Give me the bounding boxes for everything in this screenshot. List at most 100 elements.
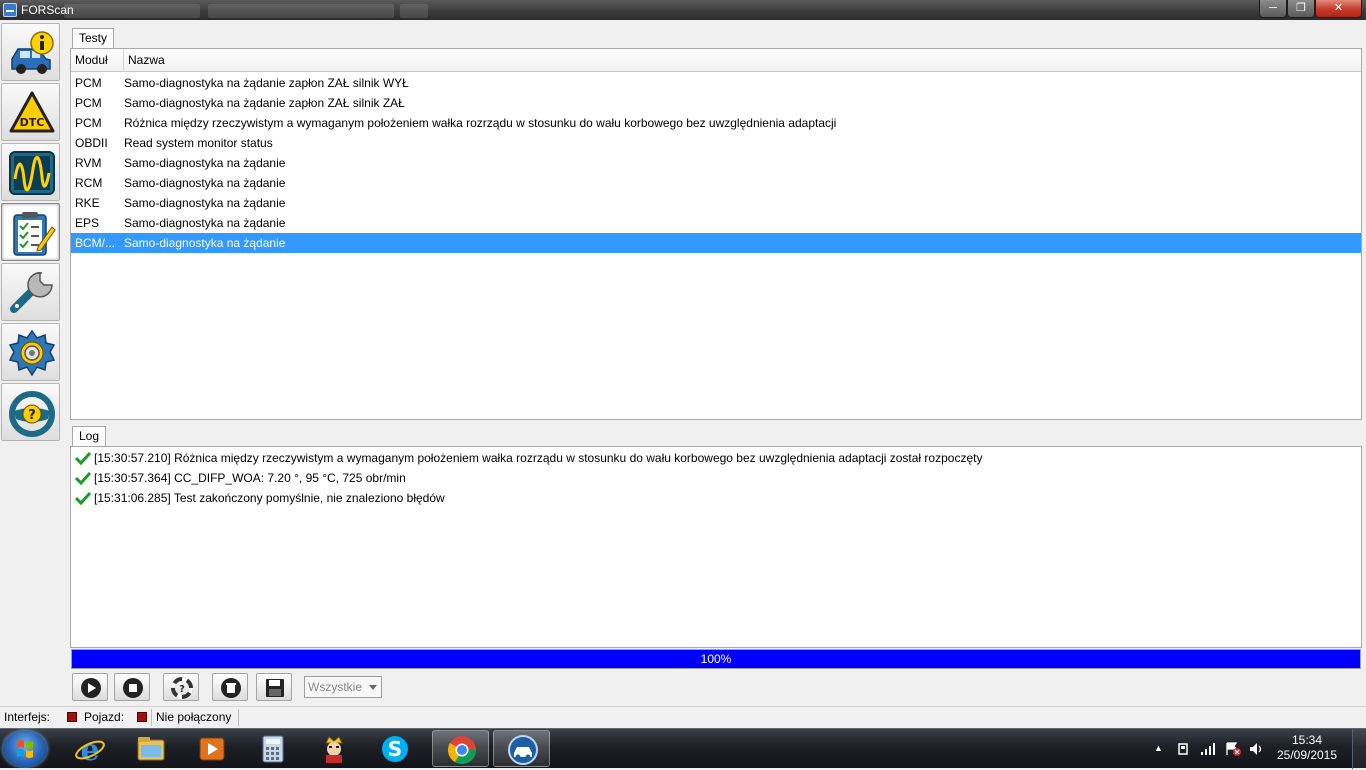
table-row[interactable]: PCM Samo-diagnostyka na żądanie zapłon ZA… (71, 93, 1361, 113)
taskbar-internet-explorer[interactable]: e (61, 730, 118, 767)
table-row[interactable]: PCM Samo-diagnostyka na żądanie zapłon ZA… (71, 73, 1361, 93)
log-list: [15:30:57.210] Różnica między rzeczywist… (70, 446, 1362, 648)
tab-testy[interactable]: Testy (72, 28, 115, 48)
taskbar-solitaire[interactable] (305, 730, 362, 767)
cell-test-name: Read system monitor status (124, 136, 273, 150)
sidebar-item-help[interactable]: ? (1, 383, 60, 441)
media-player-icon (199, 737, 225, 761)
taskbar-file-explorer[interactable] (122, 730, 179, 767)
show-desktop-button[interactable] (1352, 729, 1366, 769)
log-filter-value: Wszystkie (308, 680, 362, 694)
interface-label: Interfejs: (4, 710, 51, 724)
cell-test-name: Samo-diagnostyka na żądanie (124, 196, 286, 210)
table-row[interactable]: PCM Różnica między rzeczywistym a wymagan… (71, 113, 1361, 133)
minimize-button[interactable]: ─ (1259, 0, 1287, 18)
taskbar-forscan[interactable] (493, 730, 550, 767)
close-button[interactable]: ✕ (1315, 0, 1362, 18)
column-header-name[interactable]: Nazwa (124, 49, 1361, 72)
progress-bar: 100% (71, 649, 1361, 669)
svg-text:S: S (388, 737, 402, 761)
cell-module: EPS (75, 216, 100, 230)
run-test-button[interactable] (72, 673, 108, 701)
cell-module: PCM (75, 76, 102, 90)
cell-module: OBDII (75, 136, 108, 150)
taskbar-chrome[interactable] (432, 730, 489, 767)
floppy-disk-icon (266, 679, 284, 697)
left-toolbar: DTC ? (0, 23, 61, 443)
cell-module: RKE (75, 196, 100, 210)
volume-speaker-icon[interactable] (1249, 742, 1265, 756)
sidebar-item-service[interactable] (1, 263, 60, 321)
tests-table: Moduł Nazwa PCM Samo-diagnostyka na żądan… (70, 48, 1362, 420)
taskbar-calculator[interactable] (244, 730, 301, 767)
tab-log[interactable]: Log (72, 426, 107, 446)
play-icon (81, 678, 101, 698)
table-row[interactable]: RVM Samo-diagnostyka na żądanie (71, 153, 1361, 173)
sidebar-item-tests[interactable] (1, 203, 60, 261)
action-center-flag-icon[interactable] (1225, 742, 1241, 756)
sidebar-item-oscilloscope[interactable] (1, 143, 60, 201)
tests-table-header: Moduł Nazwa (71, 49, 1361, 72)
start-button[interactable] (3, 731, 47, 767)
interface-status-led (67, 712, 77, 722)
table-row[interactable]: BCM/... Samo-diagnostyka na żądanie (71, 233, 1361, 253)
clear-log-button[interactable] (212, 673, 248, 701)
file-explorer-icon (137, 737, 165, 761)
window-title-bar: FORScan ─ ❐ ✕ (0, 0, 1366, 20)
cell-module: PCM (75, 96, 102, 110)
stop-icon (123, 678, 143, 698)
windows-logo-icon (17, 740, 33, 758)
taskbar-clock[interactable]: 15:34 25/09/2015 (1272, 733, 1342, 763)
background-window-tab (400, 4, 428, 18)
log-entry-text: [15:31:06.285] Test zakończony pomyślnie… (94, 491, 445, 505)
dtc-warning-icon: DTC (9, 91, 55, 133)
solitaire-king-icon (325, 736, 343, 763)
svg-text:DTC: DTC (20, 116, 45, 129)
forscan-car-icon (508, 735, 538, 765)
clock-date: 25/09/2015 (1276, 748, 1338, 762)
stop-test-button[interactable] (114, 673, 150, 701)
cell-test-name: Samo-diagnostyka na żądanie (124, 176, 286, 190)
vehicle-label: Pojazd: (84, 710, 125, 724)
sidebar-item-vehicle-info[interactable] (1, 23, 60, 81)
svg-text:e: e (80, 733, 99, 765)
lifebuoy-icon: ? (171, 677, 193, 699)
forscan-app-icon (3, 3, 17, 17)
cell-module: RCM (75, 176, 103, 190)
table-row[interactable]: EPS Samo-diagnostyka na żądanie (71, 213, 1361, 233)
sidebar-item-configuration[interactable] (1, 323, 60, 381)
help-button[interactable]: ? (163, 673, 199, 701)
sidebar-item-dtc[interactable]: DTC (1, 83, 60, 141)
progress-label: 100% (700, 652, 732, 666)
gear-icon (8, 329, 56, 377)
cell-test-name: Samo-diagnostyka na żądanie zapłon ZAŁ s… (124, 76, 409, 90)
cell-test-name: Różnica między rzeczywistym a wymaganym … (124, 116, 837, 130)
windows-taskbar: e S ▲ 15:34 25/09/2015 (0, 728, 1366, 769)
table-row[interactable]: RKE Samo-diagnostyka na żądanie (71, 193, 1361, 213)
tray-show-hidden-icons[interactable]: ▲ (1154, 743, 1163, 753)
column-header-module[interactable]: Moduł (71, 49, 124, 72)
svg-text:?: ? (28, 408, 36, 423)
save-log-button[interactable] (256, 673, 292, 701)
checklist-icon (13, 212, 56, 256)
cell-module: RVM (75, 156, 102, 170)
clock-time: 15:34 (1291, 733, 1323, 747)
calculator-icon (262, 735, 284, 763)
maximize-button[interactable]: ❐ (1287, 0, 1315, 18)
chrome-icon (448, 736, 476, 764)
log-filter-dropdown[interactable]: Wszystkie (304, 676, 382, 698)
trash-icon (221, 678, 241, 698)
taskbar-media-player[interactable] (183, 730, 240, 767)
table-row[interactable]: RCM Samo-diagnostyka na żądanie (71, 173, 1361, 193)
network-signal-icon[interactable] (1200, 742, 1216, 756)
usb-device-icon[interactable] (1176, 742, 1190, 756)
check-icon (75, 471, 91, 485)
steering-wheel-help-icon: ? (9, 391, 55, 437)
skype-icon: S (382, 736, 408, 762)
taskbar-skype[interactable]: S (366, 730, 423, 767)
vehicle-status-led (137, 712, 147, 722)
cell-test-name: Samo-diagnostyka na żądanie (124, 216, 286, 230)
log-entry-text: [15:30:57.364] CC_DIFP_WOA: 7.20 °, 95 °… (94, 471, 406, 485)
table-row[interactable]: OBDII Read system monitor status (71, 133, 1361, 153)
check-icon (75, 451, 91, 465)
